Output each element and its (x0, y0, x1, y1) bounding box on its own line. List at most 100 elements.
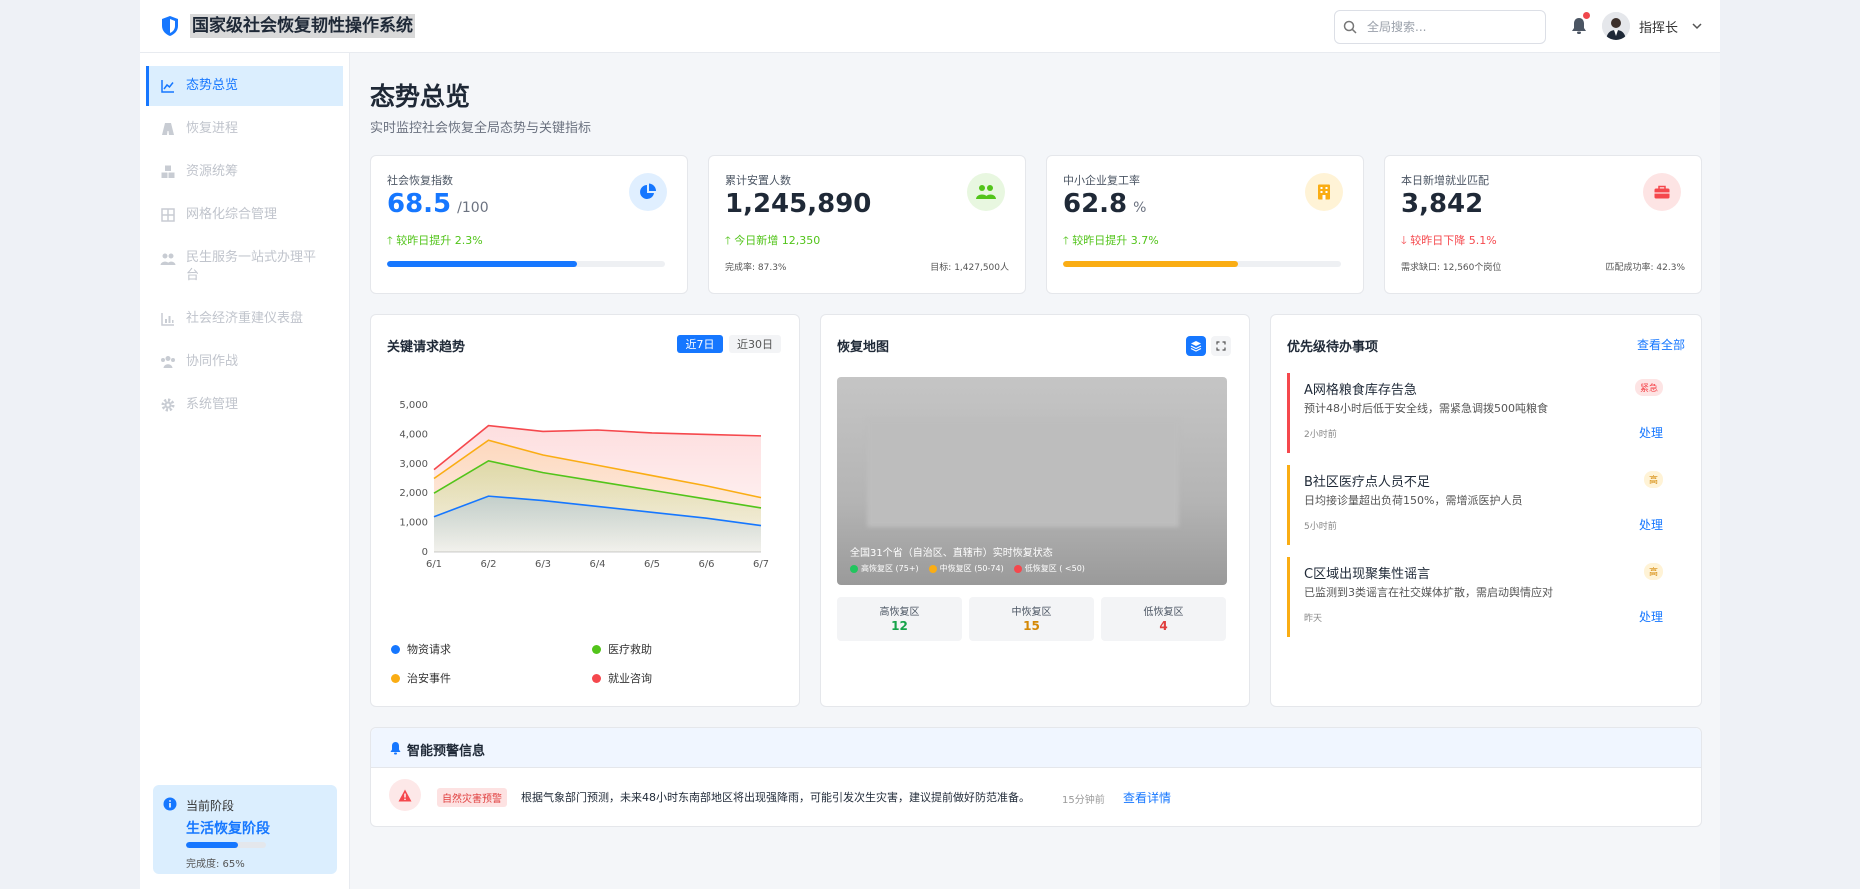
x-tick-label: 6/1 (426, 559, 442, 570)
stat-label: 中小企业复工率 (1063, 174, 1140, 187)
pie-chart-icon (629, 173, 667, 211)
sidebar-item-system-settings[interactable]: 系统管理 (146, 385, 343, 425)
map-legend-low: 低恢复区 ( <50) (1013, 563, 1085, 574)
stat-unit: % (1133, 200, 1147, 216)
users-icon (967, 173, 1005, 211)
stat-value-number: 68.5 (387, 189, 452, 219)
stat-change-text: 较昨日下降 5.1% (1410, 234, 1497, 247)
alerts-header: 智能预警信息 (371, 728, 1701, 768)
priority-badge: 高 (1643, 563, 1663, 580)
stat-progress-fill (1063, 261, 1238, 267)
region-label: 中恢复区 (1011, 607, 1052, 618)
todo-item[interactable]: B社区医疗点人员不足 日均接诊量超出负荷150%，需增派医护人员 5小时前 高 … (1287, 465, 1677, 545)
stat-change-text: 较昨日提升 2.3% (396, 234, 483, 247)
legend-dot (592, 673, 601, 683)
sidebar-item-resources[interactable]: 资源统筹 (146, 152, 343, 192)
app-window: 国家级社会恢复韧性操作系统 指挥长 (140, 0, 1720, 889)
y-tick-label: 2,000 (399, 488, 428, 499)
legend-dot (850, 564, 858, 573)
layers-icon[interactable] (1186, 336, 1206, 356)
todo-description: 预计48小时后低于安全线，需紧急调拨500吨粮食 (1304, 402, 1548, 415)
legend-label: 中恢复区 (50-74) (939, 564, 1004, 573)
building-icon (1305, 173, 1343, 211)
todo-item[interactable]: A网格粮食库存告急 预计48小时后低于安全线，需紧急调拨500吨粮食 2小时前 … (1287, 373, 1677, 453)
warning-icon (389, 779, 421, 811)
region-label: 高恢复区 (879, 607, 920, 618)
card-title: 恢复地图 (837, 340, 890, 355)
search-input[interactable] (1367, 18, 1537, 36)
x-tick-label: 6/4 (589, 559, 605, 570)
sidebar-item-label: 民生服务一站式办理平台 (186, 250, 317, 283)
chart-line-icon (161, 80, 174, 93)
map-caption: 全国31个省（自治区、直辖市）实时恢复状态 (850, 548, 1053, 559)
sidebar-item-label: 恢复进程 (186, 121, 239, 136)
x-tick-label: 6/3 (535, 559, 551, 570)
todo-item[interactable]: C区域出现聚集性谣言 已监测到3类谣言在社交媒体扩散，需启动舆情应对 昨天 高 … (1287, 557, 1677, 637)
boxes-icon (161, 165, 175, 178)
sidebar-item-overview[interactable]: 态势总览 (146, 66, 343, 106)
region-stat-high: 高恢复区 12 (837, 597, 962, 641)
sidebar-item-label: 资源统筹 (186, 164, 239, 179)
sidebar-item-grid-management[interactable]: 网格化综合管理 (146, 195, 343, 235)
legend-item-security: 治安事件 (391, 670, 451, 686)
legend-dot (1013, 564, 1022, 573)
y-tick-label: 0 (422, 547, 428, 558)
map-legend: 高恢复区 (75+) 中恢复区 (50-74) 低恢复区 ( <50) (850, 563, 1095, 574)
priority-badge: 紧急 (1634, 379, 1663, 396)
x-tick-label: 6/6 (698, 559, 714, 570)
legend-dot (391, 644, 400, 654)
road-icon (162, 123, 174, 135)
request-trend-card: 关键请求趋势 近7日 近30日 0 1,000 2,000 3,000 4,000 5,0… (370, 314, 800, 707)
todo-title: B社区医疗点人员不足 (1304, 475, 1430, 490)
chevron-down-icon[interactable] (1691, 20, 1703, 32)
region-count: 15 (1023, 619, 1040, 633)
x-tick-label: 6/5 (644, 559, 660, 570)
smart-alerts-card: 智能预警信息 自然灾害预警 根据气象部门预测，未来48小时东南部地区将出现强降雨… (370, 727, 1702, 827)
region-count: 12 (891, 619, 908, 633)
view-details-link[interactable]: 查看详情 (1123, 789, 1171, 806)
legend-label: 医疗救助 (608, 643, 652, 656)
stat-change-text: 今日新增 12,350 (734, 234, 821, 247)
avatar-image (1602, 12, 1630, 40)
sidebar-item-recovery-progress[interactable]: 恢复进程 (146, 109, 343, 149)
handle-button[interactable]: 处理 (1639, 516, 1663, 533)
legend-item-supplies: 物资请求 (391, 641, 451, 657)
y-tick-label: 1,000 (399, 518, 428, 529)
x-tick-label: 6/7 (753, 559, 769, 570)
stat-label: 社会恢复指数 (387, 174, 453, 187)
notification-bell-icon[interactable] (1569, 16, 1589, 36)
stat-unit: /100 (457, 200, 489, 216)
bell-icon (390, 742, 401, 755)
handle-button[interactable]: 处理 (1639, 608, 1663, 625)
stat-change-text: 较昨日提升 3.7% (1072, 234, 1159, 247)
gear-icon (161, 398, 175, 412)
user-name[interactable]: 指挥长 (1639, 17, 1678, 36)
fullscreen-icon[interactable] (1211, 336, 1231, 356)
sidebar-item-economic-dashboard[interactable]: 社会经济重建仪表盘 (146, 299, 343, 339)
legend-dot (391, 673, 400, 683)
global-search[interactable] (1334, 10, 1546, 44)
stat-label: 累计安置人数 (725, 174, 791, 187)
view-all-link[interactable]: 查看全部 (1637, 336, 1685, 353)
legend-label: 治安事件 (407, 672, 451, 685)
recovery-map[interactable]: 全国31个省（自治区、直辖市）实时恢复状态 高恢复区 (75+) 中恢复区 (5… (837, 377, 1227, 585)
range-7d-button[interactable]: 近7日 (677, 335, 723, 353)
stat-progress-bar (1063, 261, 1341, 267)
priority-todo-card: 优先级待办事项 查看全部 A网格粮食库存告急 预计48小时后低于安全线，需紧急调… (1270, 314, 1702, 707)
x-tick-label: 6/2 (480, 559, 496, 570)
stat-card-job-matching: 本日新增就业匹配 3,842 🡓 较昨日下降 5.1% 需求缺口: 12,560… (1384, 155, 1702, 294)
user-avatar[interactable] (1602, 12, 1630, 40)
region-count: 4 (1159, 619, 1168, 633)
app-title: 国家级社会恢复韧性操作系统 (190, 14, 415, 38)
sidebar-item-public-services[interactable]: 民生服务一站式办理平台 (146, 245, 343, 289)
briefcase-icon (1643, 173, 1681, 211)
sidebar-item-collaboration[interactable]: 协同作战 (146, 342, 343, 382)
sidebar-item-label: 系统管理 (186, 397, 239, 412)
range-30d-button[interactable]: 近30日 (729, 335, 781, 353)
phase-name: 生活恢复阶段 (186, 821, 270, 837)
phase-progress-fill (186, 842, 238, 848)
alert-message: 根据气象部门预测，未来48小时东南部地区将出现强降雨，可能引发次生灾害，建议提前… (521, 791, 1030, 804)
phase-progress-bar (186, 842, 266, 848)
handle-button[interactable]: 处理 (1639, 424, 1663, 441)
alert-category-badge: 自然灾害预警 (437, 788, 507, 807)
